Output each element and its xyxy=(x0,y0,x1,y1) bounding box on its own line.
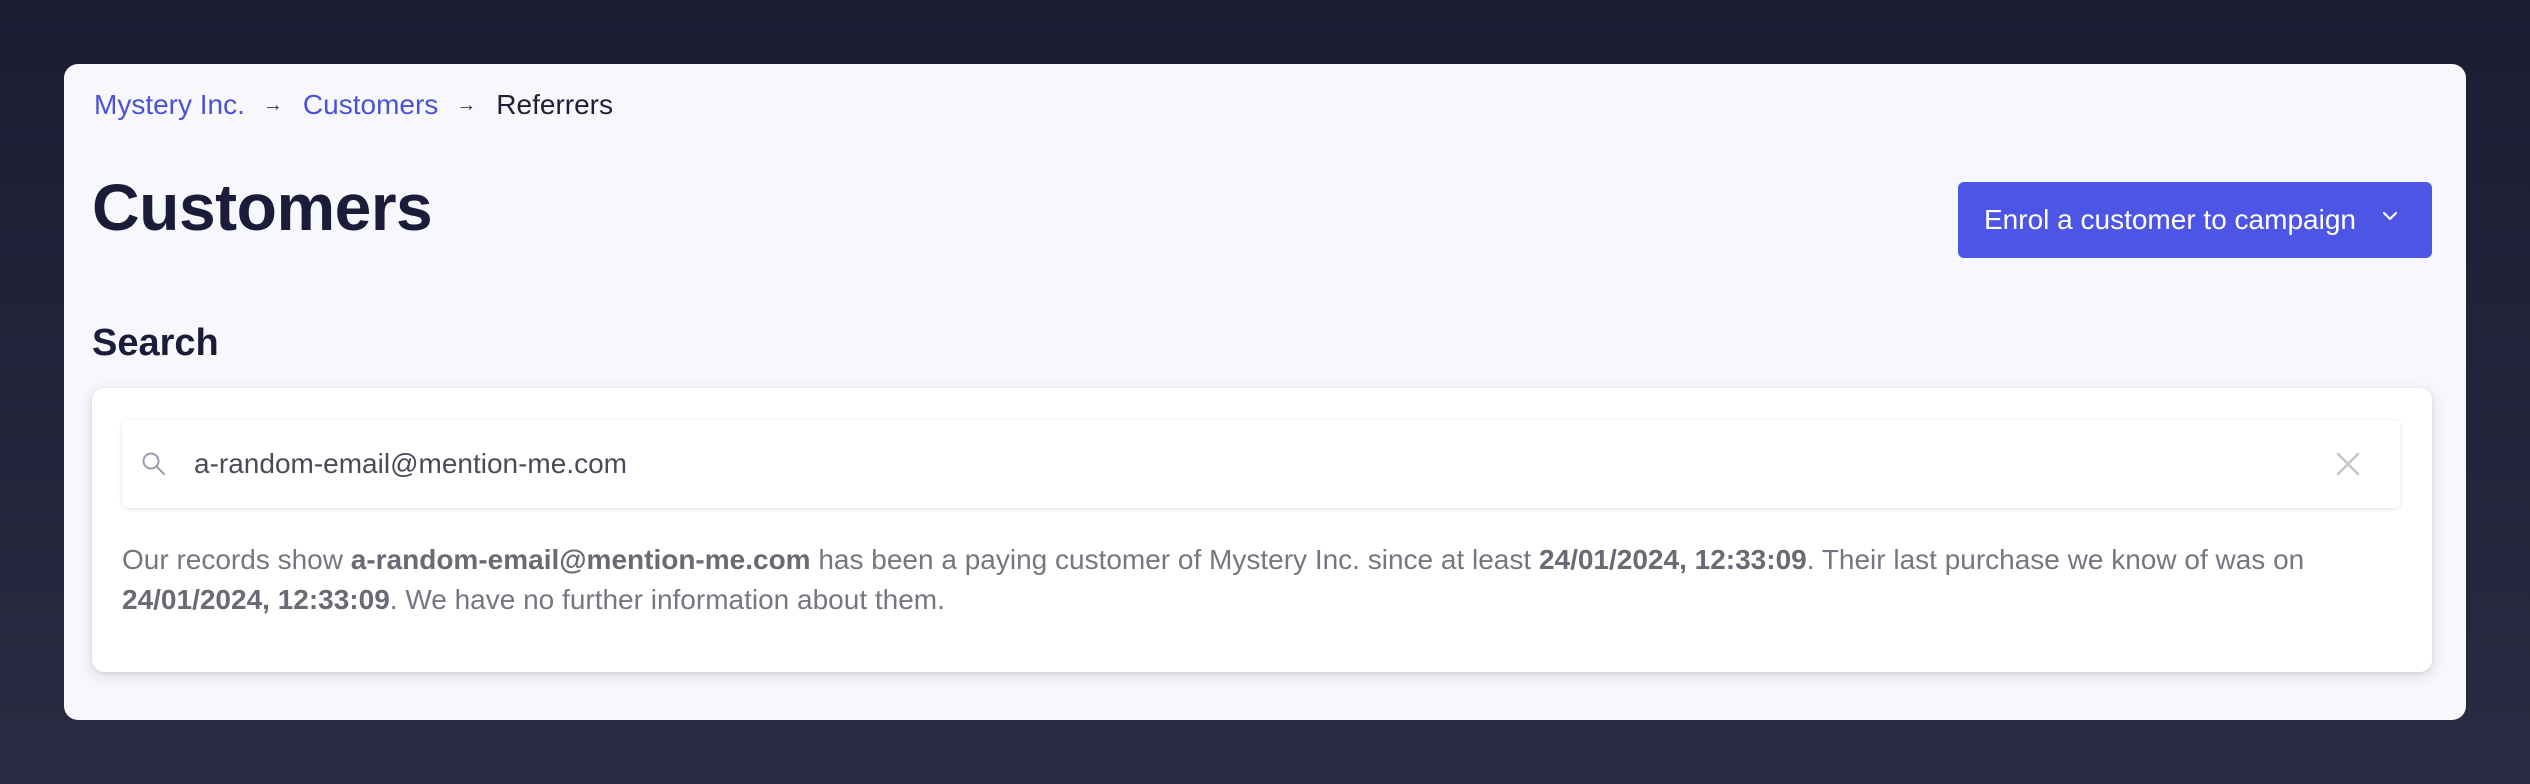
enrol-customer-button-label: Enrol a customer to campaign xyxy=(1984,204,2356,235)
breadcrumb-separator-icon: → xyxy=(456,93,477,116)
result-middle-1: has been a paying customer of Mystery In… xyxy=(810,544,1539,575)
page-title: Customers xyxy=(92,170,433,244)
search-card: Our records show a-random-email@mention-… xyxy=(92,388,2432,672)
result-last-purchase-date: 24/01/2024, 12:33:09 xyxy=(122,584,390,615)
search-box[interactable] xyxy=(122,420,2400,508)
breadcrumb-item-mystery-inc[interactable]: Mystery Inc. xyxy=(94,89,245,121)
search-section-title: Search xyxy=(92,322,219,364)
breadcrumb-item-referrers: Referrers xyxy=(496,89,613,120)
breadcrumb-item-customers[interactable]: Customers xyxy=(303,89,438,121)
result-middle-2: . Their last purchase we know of was on xyxy=(1806,544,2305,575)
breadcrumb-separator-icon: → xyxy=(262,93,283,116)
result-since-date: 24/01/2024, 12:33:09 xyxy=(1538,544,1807,575)
search-result-text: Our records show a-random-email@mention-… xyxy=(122,540,2412,620)
main-panel: Mystery Inc. → Customers → Referrers Cus… xyxy=(64,64,2466,720)
chevron-down-icon xyxy=(2382,211,2398,221)
result-suffix: . We have no further information about t… xyxy=(389,584,945,615)
search-input[interactable] xyxy=(194,438,2294,490)
result-email: a-random-email@mention-me.com xyxy=(350,544,811,575)
breadcrumb: Mystery Inc. → Customers → Referrers xyxy=(94,84,613,126)
enrol-customer-button[interactable]: Enrol a customer to campaign xyxy=(1958,182,2432,258)
search-icon xyxy=(142,452,165,475)
result-prefix: Our records show xyxy=(122,544,351,575)
close-icon[interactable] xyxy=(2334,450,2362,478)
